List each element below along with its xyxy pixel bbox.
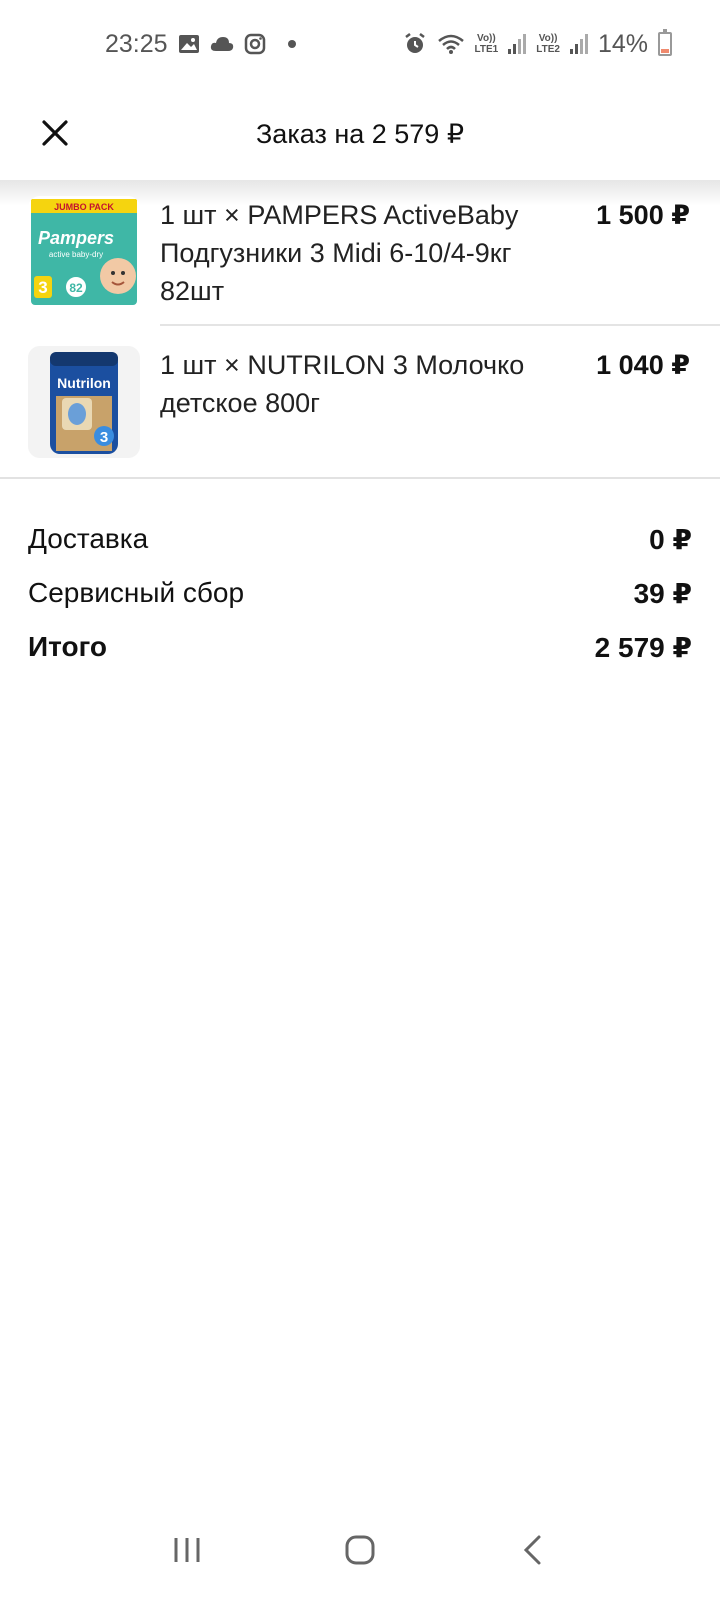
status-bar: 23:25 Vo)) LTE1 Vo)) LTE2 14%: [0, 0, 720, 88]
system-nav-bar: [0, 1500, 720, 1600]
battery-percent: 14%: [597, 29, 648, 58]
order-item[interactable]: Nutrilon 3 1 шт × NUTRILON 3 Молочко дет…: [0, 326, 720, 458]
close-button[interactable]: [30, 108, 80, 158]
svg-text:3: 3: [38, 278, 47, 297]
product-image-pampers: JUMBO PACK Pampers active baby-dry 3 82: [28, 196, 140, 308]
home-icon: [345, 1535, 375, 1565]
item-body: 1 шт × PAMPERS ActiveBaby Подгузники 3 M…: [160, 196, 690, 326]
delivery-value: 0 ₽: [649, 523, 692, 555]
item-name: 1 шт × PAMPERS ActiveBaby Подгузники 3 M…: [160, 200, 519, 306]
total-label: Итого: [28, 631, 107, 662]
svg-text:Pampers: Pampers: [38, 228, 114, 248]
status-left: 23:25: [105, 30, 296, 59]
header: Заказ на 2 579 ₽: [0, 88, 720, 180]
item-name: 1 шт × NUTRILON 3 Молочко детское 800г: [160, 350, 525, 418]
svg-text:3: 3: [100, 429, 108, 446]
service-fee-value: 39 ₽: [633, 577, 692, 609]
item-price: 1 040 ₽: [596, 350, 690, 380]
item-body: 1 шт × NUTRILON 3 Молочко детское 800г 1…: [160, 346, 690, 456]
product-image-nutrilon: Nutrilon 3: [28, 346, 140, 458]
signal-icon: [508, 34, 527, 54]
battery-icon: [658, 29, 672, 56]
svg-text:82: 82: [69, 281, 83, 295]
back-button[interactable]: [503, 1520, 563, 1580]
delivery-row: Доставка 0 ₽: [28, 512, 692, 566]
svg-text:Nutrilon: Nutrilon: [57, 375, 111, 391]
page-title: Заказ на 2 579 ₽: [256, 118, 464, 149]
close-icon: [42, 120, 68, 146]
wifi-icon: [437, 33, 465, 55]
cloud-icon: [210, 36, 234, 52]
section-divider: [0, 477, 720, 479]
status-time: 23:25: [105, 29, 168, 58]
instagram-icon: [244, 33, 266, 55]
back-icon: [524, 1535, 541, 1565]
order-summary: Доставка 0 ₽ Сервисный сбор 39 ₽ Итого 2…: [28, 512, 692, 674]
gallery-icon: [178, 34, 200, 54]
delivery-label: Доставка: [28, 523, 149, 554]
notification-dot: [287, 40, 296, 48]
recents-button[interactable]: [157, 1520, 217, 1580]
home-button[interactable]: [330, 1520, 390, 1580]
order-items: JUMBO PACK Pampers active baby-dry 3 82 …: [0, 196, 720, 458]
total-value: 2 579 ₽: [594, 631, 692, 663]
total-row: Итого 2 579 ₽: [28, 620, 692, 674]
sim2-label: Vo)) LTE2: [536, 33, 560, 55]
item-price: 1 500 ₽: [596, 200, 690, 230]
svg-text:active baby-dry: active baby-dry: [49, 250, 103, 259]
service-fee-label: Сервисный сбор: [28, 577, 245, 608]
recents-icon: [174, 1538, 200, 1562]
alarm-icon: [403, 32, 427, 56]
svg-text:JUMBO PACK: JUMBO PACK: [54, 202, 114, 212]
service-fee-row: Сервисный сбор 39 ₽: [28, 566, 692, 620]
status-right: Vo)) LTE1 Vo)) LTE2 14%: [403, 29, 672, 59]
sim1-label: Vo)) LTE1: [474, 33, 499, 55]
order-item[interactable]: JUMBO PACK Pampers active baby-dry 3 82 …: [0, 196, 720, 326]
signal-icon: [569, 34, 588, 54]
